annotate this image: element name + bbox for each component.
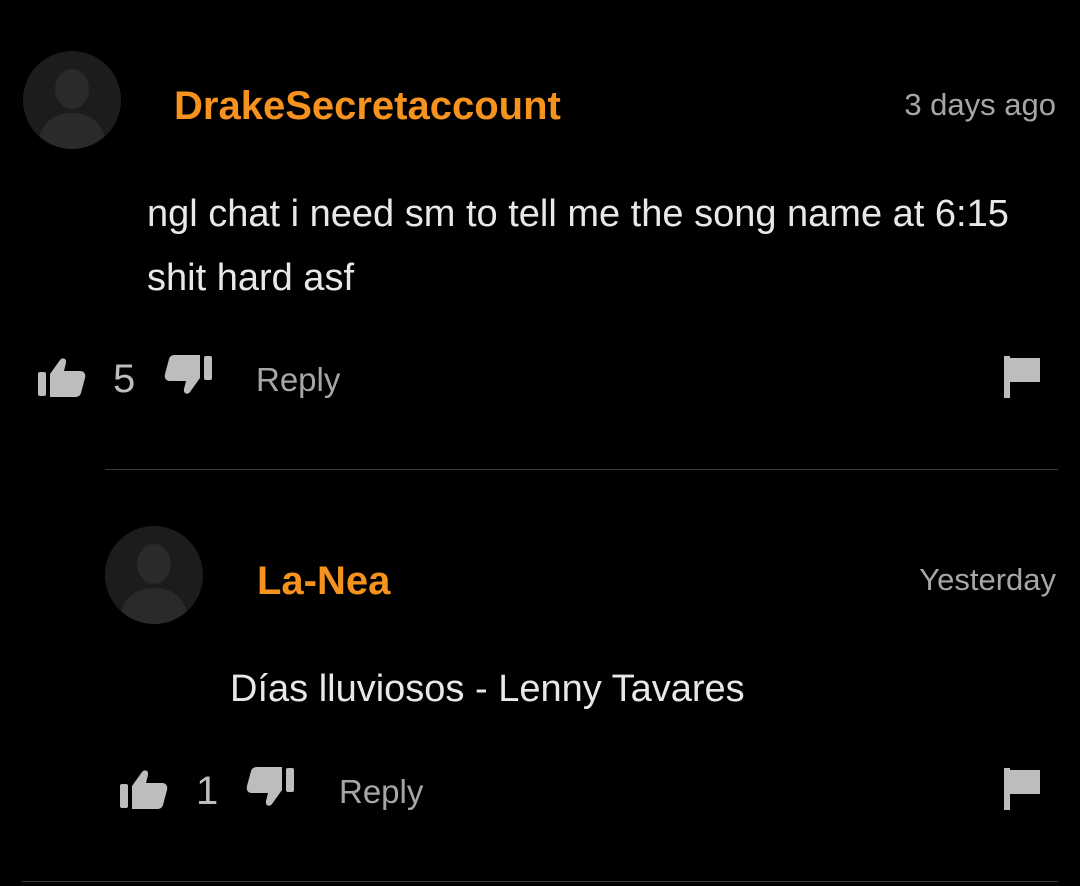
flag-icon[interactable] <box>1004 768 1042 815</box>
reply-button[interactable]: Reply <box>256 358 340 402</box>
username[interactable]: DrakeSecretaccount <box>174 82 561 130</box>
thumbs-up-icon[interactable] <box>38 356 86 403</box>
avatar[interactable] <box>23 51 121 149</box>
divider <box>22 881 1058 882</box>
like-count: 1 <box>196 769 219 813</box>
comment-text: ngl chat i need sm to tell me the song n… <box>147 193 1009 299</box>
timestamp: Yesterday <box>919 562 1056 597</box>
comment-actions: 5 Reply <box>0 348 1080 408</box>
default-avatar-icon <box>105 526 203 624</box>
flag-icon[interactable] <box>1004 356 1042 403</box>
thumbs-down-icon[interactable] <box>246 766 294 813</box>
divider <box>105 469 1058 470</box>
thumbs-down-icon[interactable] <box>164 354 212 401</box>
username[interactable]: La-Nea <box>257 557 390 605</box>
timestamp: 3 days ago <box>904 87 1056 122</box>
default-avatar-icon <box>23 51 121 149</box>
like-count: 5 <box>113 357 136 401</box>
avatar[interactable] <box>105 526 203 624</box>
reply-button[interactable]: Reply <box>339 770 423 814</box>
comments-page: DrakeSecretaccount 3 days ago ngl chat i… <box>0 0 1080 886</box>
thumbs-up-icon[interactable] <box>120 768 168 815</box>
comment-text: Días lluviosos - Lenny Tavares <box>230 668 745 710</box>
comment-actions: 1 Reply <box>0 760 1080 820</box>
